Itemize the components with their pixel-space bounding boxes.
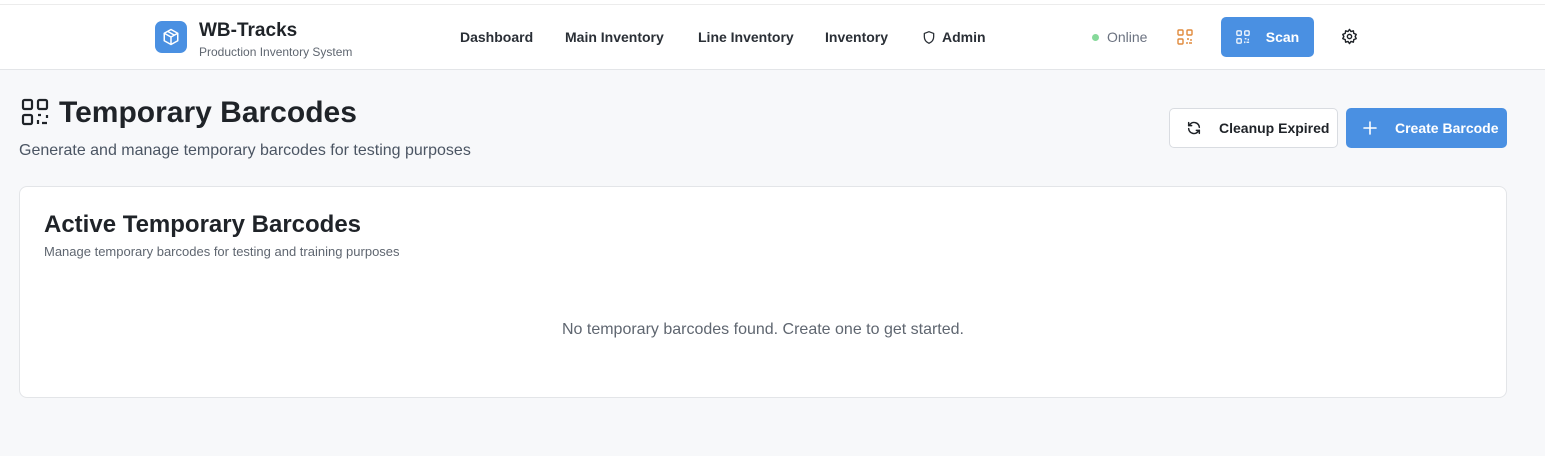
shield-icon: [923, 30, 935, 44]
connection-status: Online: [1092, 29, 1147, 45]
qr-code-icon[interactable]: [1177, 29, 1193, 45]
status-label: Online: [1107, 29, 1148, 45]
nav-inventory[interactable]: Inventory: [825, 29, 888, 45]
refresh-icon: [1187, 121, 1201, 135]
page-subtitle: Generate and manage temporary barcodes f…: [19, 142, 471, 159]
qr-code-icon: [1236, 30, 1250, 44]
status-dot: [1092, 33, 1099, 41]
scan-button[interactable]: Scan: [1221, 17, 1314, 57]
plus-icon: [1363, 121, 1377, 135]
brand-subtitle: Production Inventory System: [199, 45, 353, 59]
nav-dashboard[interactable]: Dashboard: [460, 29, 533, 45]
nav-admin-label: Admin: [942, 29, 986, 45]
package-icon[interactable]: [155, 21, 187, 53]
nav-admin[interactable]: Admin: [922, 29, 986, 45]
card-title: Active Temporary Barcodes: [44, 211, 362, 238]
card-subtitle: Manage temporary barcodes for testing an…: [44, 244, 400, 259]
cleanup-label: Cleanup Expired: [1219, 120, 1330, 136]
nav-main-inventory[interactable]: Main Inventory: [565, 29, 664, 45]
nav-line-inventory[interactable]: Line Inventory: [698, 29, 794, 45]
qr-code-icon: [21, 98, 49, 126]
app-header: WB-Tracks Production Inventory System Da…: [0, 5, 1545, 70]
gear-icon[interactable]: [1341, 28, 1358, 45]
scan-label: Scan: [1265, 29, 1300, 45]
active-barcodes-card: Active Temporary Barcodes Manage tempora…: [19, 186, 1507, 398]
cleanup-expired-button[interactable]: Cleanup Expired: [1169, 108, 1338, 148]
create-barcode-button[interactable]: Create Barcode: [1346, 108, 1507, 148]
page-title: Temporary Barcodes: [59, 96, 357, 129]
brand-title[interactable]: WB-Tracks: [199, 20, 297, 42]
create-label: Create Barcode: [1395, 120, 1499, 136]
empty-state-message: No temporary barcodes found. Create one …: [561, 321, 964, 338]
